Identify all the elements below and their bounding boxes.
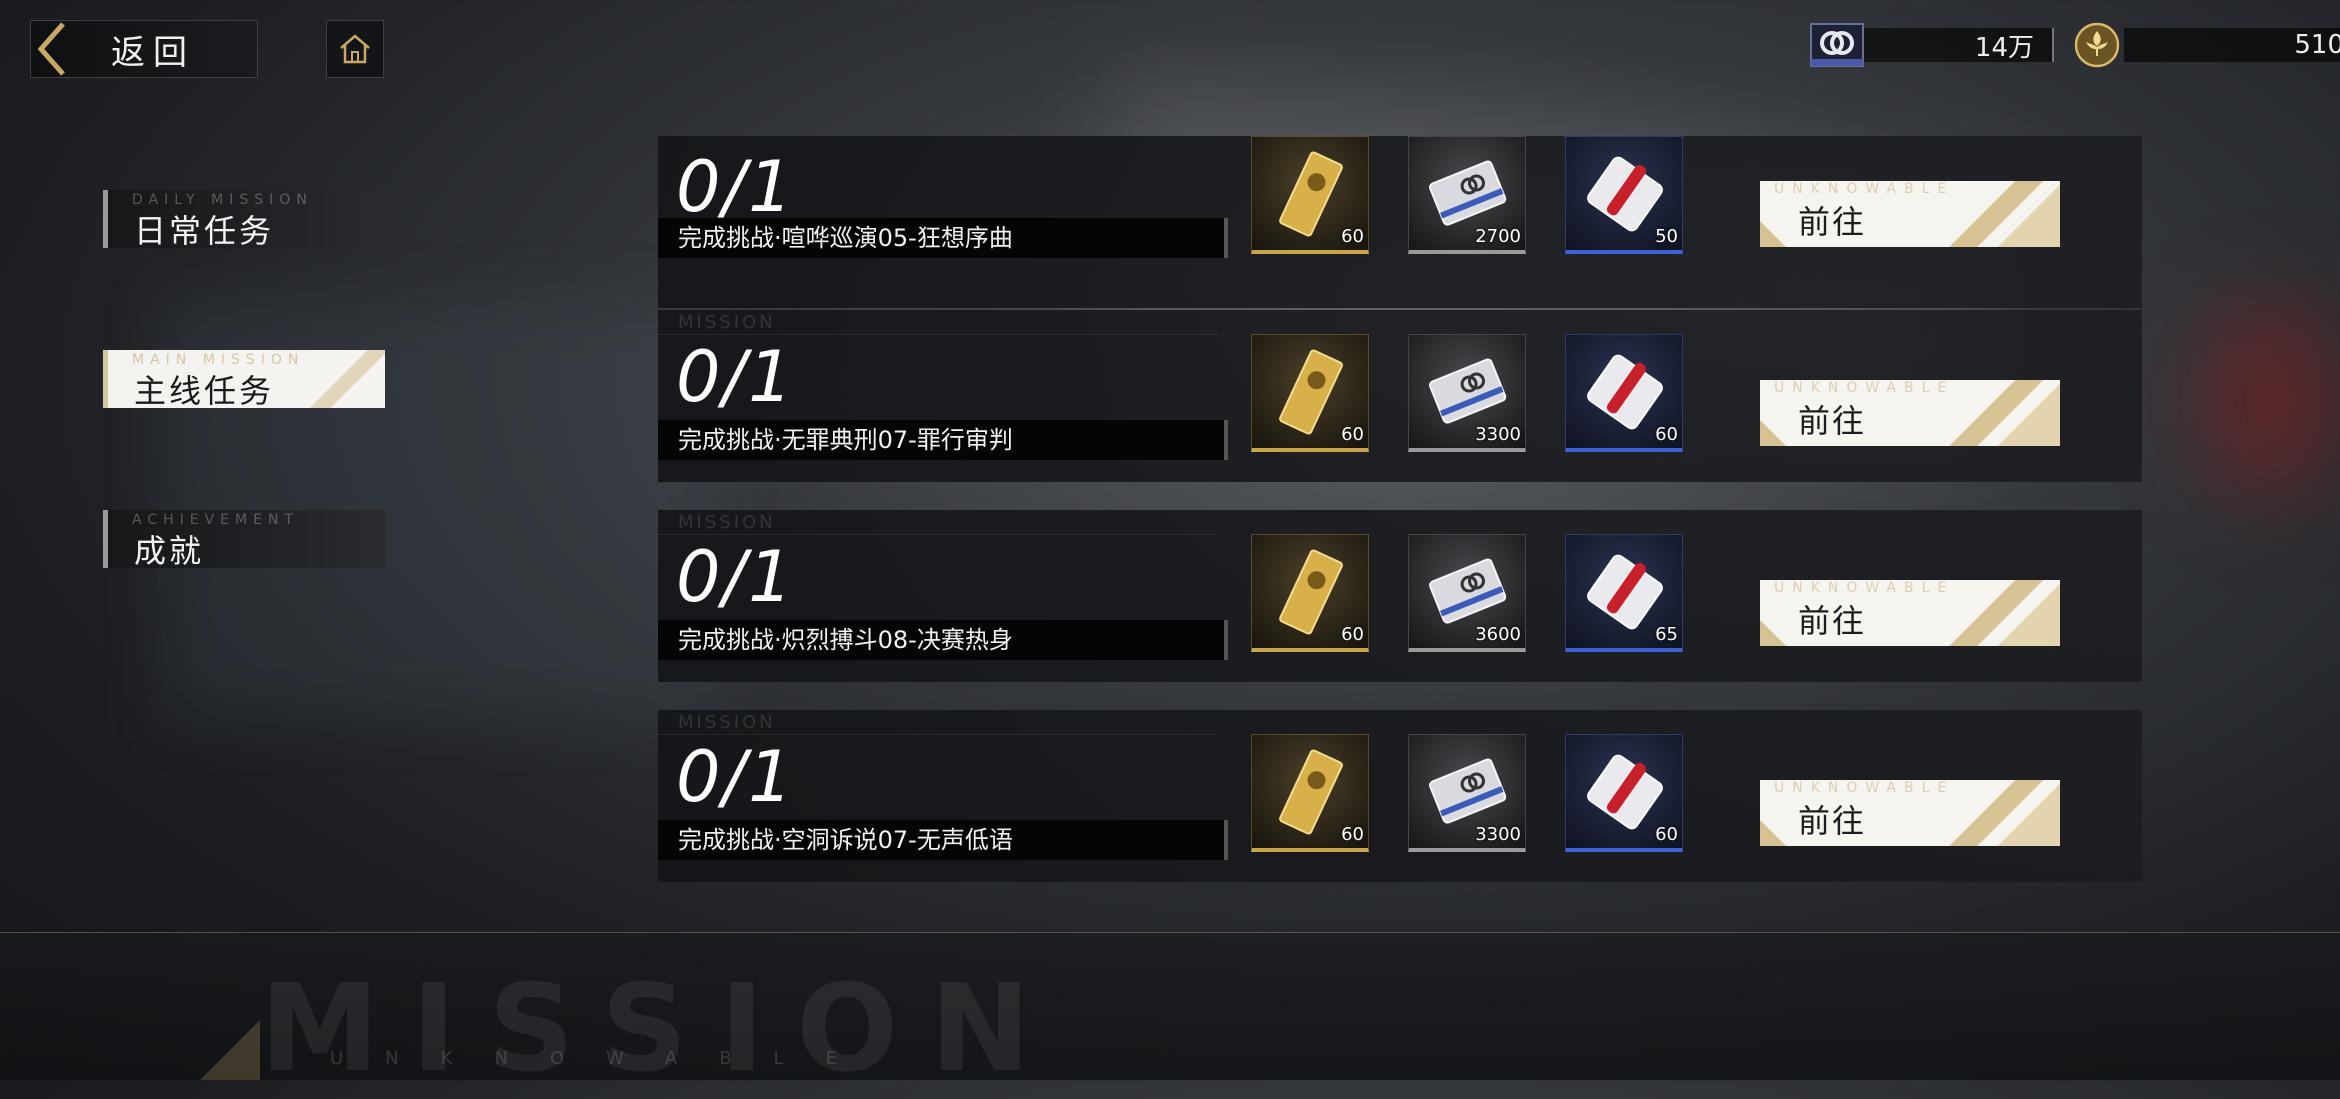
tab-achievement[interactable]: ACHIEVEMENT 成就 bbox=[103, 510, 385, 568]
tab-active-decoration bbox=[305, 350, 385, 408]
mission-row: MISSION 0/1 完成挑战·炽烈搏斗08-决赛热身 60 3600 65 … bbox=[658, 510, 2142, 682]
reward-count: 3300 bbox=[1475, 824, 1521, 845]
reward-count: 2700 bbox=[1475, 226, 1521, 247]
mission-topline bbox=[658, 334, 1218, 335]
home-button[interactable] bbox=[326, 20, 384, 78]
home-icon bbox=[340, 34, 370, 64]
go-button-en: UNKNOWABLE bbox=[1774, 181, 1955, 197]
reward-slot[interactable]: 3300 bbox=[1408, 334, 1526, 452]
chevron-left-icon bbox=[31, 20, 71, 78]
mission-tag: MISSION bbox=[678, 712, 776, 733]
reward-slot[interactable]: 60 bbox=[1251, 734, 1369, 852]
go-button-decoration bbox=[1940, 580, 2060, 646]
reward-count: 65 bbox=[1655, 624, 1678, 645]
reward-slot[interactable]: 3600 bbox=[1408, 534, 1526, 652]
mission-row: MISSION 0/1 完成挑战·无罪典刑07-罪行审判 60 3300 60 … bbox=[658, 310, 2142, 482]
reward-slot[interactable]: 50 bbox=[1565, 136, 1683, 254]
mission-description: 完成挑战·无罪典刑07-罪行审判 bbox=[658, 420, 1228, 460]
reward-count: 60 bbox=[1341, 824, 1364, 845]
reward-count: 3300 bbox=[1475, 424, 1521, 445]
mission-description: 完成挑战·喧哗巡演05-狂想序曲 bbox=[658, 218, 1228, 258]
reward-slot[interactable]: 3300 bbox=[1408, 734, 1526, 852]
back-button[interactable]: 返回 bbox=[30, 20, 258, 78]
reward-slot[interactable]: 60 bbox=[1565, 734, 1683, 852]
ring-currency-icon bbox=[1810, 22, 1864, 68]
mission-watermark: MISSION bbox=[260, 960, 1063, 1099]
go-button-corner bbox=[1760, 820, 1786, 846]
mission-topline bbox=[658, 534, 1218, 535]
go-button-decoration bbox=[1940, 780, 2060, 846]
currency-ring: 14万 bbox=[1810, 22, 2054, 68]
mission-progress: 0/1 bbox=[676, 536, 795, 618]
go-button-en: UNKNOWABLE bbox=[1774, 580, 1955, 596]
reward-count: 60 bbox=[1341, 226, 1364, 247]
go-button-corner bbox=[1760, 620, 1786, 646]
reward-count: 60 bbox=[1655, 424, 1678, 445]
reward-slot[interactable]: 60 bbox=[1251, 334, 1369, 452]
mission-progress: 0/1 bbox=[676, 336, 795, 418]
mission-topline bbox=[658, 734, 1218, 735]
go-button-decoration bbox=[1940, 181, 2060, 247]
go-button[interactable]: UNKNOWABLE 前往 bbox=[1760, 780, 2060, 846]
reward-slot[interactable]: 2700 bbox=[1408, 136, 1526, 254]
mission-tag: MISSION bbox=[678, 312, 776, 333]
go-button-corner bbox=[1760, 221, 1786, 247]
go-button[interactable]: UNKNOWABLE 前往 bbox=[1760, 580, 2060, 646]
go-button-en: UNKNOWABLE bbox=[1774, 380, 1955, 396]
mission-watermark-sub: UNKNOWABLE bbox=[330, 1048, 879, 1069]
currency-ring-value: 14万 bbox=[1864, 28, 2054, 63]
reward-count: 60 bbox=[1655, 824, 1678, 845]
corner-decoration bbox=[200, 1020, 260, 1080]
fleur-de-lis-coin-icon bbox=[2070, 22, 2124, 68]
tab-achievement-label: 成就 bbox=[134, 532, 205, 568]
mission-row: 0/1 完成挑战·喧哗巡演05-狂想序曲 60 2700 50 UNKNOWAB… bbox=[658, 136, 2142, 308]
mission-tag: MISSION bbox=[678, 512, 776, 533]
go-button-label: 前往 bbox=[1798, 602, 1867, 640]
go-button-label: 前往 bbox=[1798, 203, 1867, 241]
currency-coin: 510 bbox=[2070, 22, 2340, 68]
mission-progress: 0/1 bbox=[676, 146, 795, 228]
go-button-label: 前往 bbox=[1798, 802, 1867, 840]
back-button-label: 返回 bbox=[111, 32, 195, 73]
go-button-decoration bbox=[1940, 380, 2060, 446]
reward-slot[interactable]: 60 bbox=[1251, 136, 1369, 254]
background-red-light bbox=[2200, 300, 2340, 500]
mission-row: MISSION 0/1 完成挑战·空洞诉说07-无声低语 60 3300 60 … bbox=[658, 710, 2142, 882]
tab-main-mission[interactable]: MAIN MISSION 主线任务 bbox=[103, 350, 385, 408]
currency-coin-value: 510 bbox=[2124, 28, 2340, 62]
go-button-en: UNKNOWABLE bbox=[1774, 780, 1955, 796]
go-button[interactable]: UNKNOWABLE 前往 bbox=[1760, 380, 2060, 446]
reward-slot[interactable]: 65 bbox=[1565, 534, 1683, 652]
reward-slot[interactable]: 60 bbox=[1565, 334, 1683, 452]
reward-count: 50 bbox=[1655, 226, 1678, 247]
tab-main-mission-label: 主线任务 bbox=[134, 372, 275, 408]
reward-count: 60 bbox=[1341, 424, 1364, 445]
reward-count: 3600 bbox=[1475, 624, 1521, 645]
mission-description: 完成挑战·炽烈搏斗08-决赛热身 bbox=[658, 620, 1228, 660]
mission-progress: 0/1 bbox=[676, 736, 795, 818]
reward-slot[interactable]: 60 bbox=[1251, 534, 1369, 652]
go-button[interactable]: UNKNOWABLE 前往 bbox=[1760, 181, 2060, 247]
tab-daily-mission-label: 日常任务 bbox=[134, 212, 275, 248]
mission-description: 完成挑战·空洞诉说07-无声低语 bbox=[658, 820, 1228, 860]
tab-daily-mission[interactable]: DAILY MISSION 日常任务 bbox=[103, 190, 385, 248]
go-button-label: 前往 bbox=[1798, 402, 1867, 440]
reward-count: 60 bbox=[1341, 624, 1364, 645]
go-button-corner bbox=[1760, 420, 1786, 446]
